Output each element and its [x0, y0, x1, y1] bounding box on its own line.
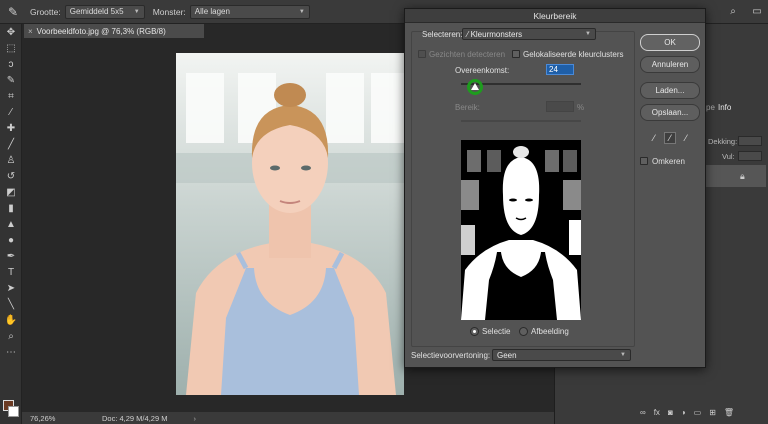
layer-row[interactable]	[706, 165, 766, 187]
dodge-tool-icon[interactable]: ●	[0, 232, 22, 248]
sample-dropdown-value: Alle lagen	[194, 7, 230, 16]
range-input[interactable]	[546, 101, 574, 112]
size-dropdown[interactable]: Gemiddeld 5x5 ▼	[64, 4, 145, 19]
radio-image[interactable]	[519, 327, 528, 336]
eyedropper-icon[interactable]: ⁄	[648, 132, 660, 144]
status-bar: 76,26% Doc: 4,29 M/4,29 M ›	[22, 412, 554, 424]
save-button[interactable]: Opslaan...	[640, 104, 700, 121]
detect-faces-checkbox[interactable]	[418, 50, 426, 58]
invert-checkbox[interactable]	[640, 157, 648, 165]
adjustment-icon[interactable]: ◑	[681, 408, 686, 417]
preview-mode-label: Selectievoorvertoning:	[411, 351, 491, 360]
type-tool-icon[interactable]: T	[0, 264, 22, 280]
link-icon[interactable]: ∞	[640, 408, 646, 417]
chevron-down-icon: ▼	[585, 31, 591, 37]
preview-mode-dropdown[interactable]: Geen ▼	[492, 349, 631, 361]
canvas-photo[interactable]	[176, 53, 404, 395]
localized-clusters-label: Gelokaliseerde kleurclusters	[523, 50, 624, 59]
cancel-button[interactable]: Annuleren	[640, 56, 700, 73]
opacity-field[interactable]	[738, 136, 762, 146]
background-color-swatch[interactable]	[8, 406, 19, 417]
load-button[interactable]: Laden...	[640, 82, 700, 99]
chevron-down-icon: ▼	[298, 8, 305, 15]
new-layer-icon[interactable]: ⊞	[709, 408, 716, 417]
range-slider-track[interactable]	[461, 120, 581, 122]
gradient-tool-icon[interactable]: ▮	[0, 200, 22, 216]
invert-label: Omkeren	[652, 157, 685, 166]
tools-panel: ✥ ⬚ ↄ ✎ ⌗ ⁄ ✚ ╱ ♙ ↺ ◩ ▮ ▲ ● ✒ T ➤ ╲ ✋ ⌕ …	[0, 24, 22, 424]
opacity-label: Dekking:	[708, 137, 738, 146]
status-menu-arrow-icon[interactable]: ›	[193, 414, 196, 423]
hand-tool-icon[interactable]: ✋	[0, 312, 22, 328]
radio-image-label: Afbeelding	[531, 327, 569, 336]
crop-tool-icon[interactable]: ⌗	[0, 88, 22, 104]
blur-tool-icon[interactable]: ▲	[0, 216, 22, 232]
layers-panel-footer: ∞ fx ◙ ◑ ▭ ⊞ 🗑︎	[640, 408, 734, 417]
mask-icon[interactable]: ◙	[668, 408, 673, 417]
eyedropper-tool-icon[interactable]: ⁄	[0, 104, 22, 120]
fx-icon[interactable]: fx	[654, 408, 660, 417]
ok-button[interactable]: OK	[640, 34, 700, 51]
eyedropper-minus-icon[interactable]: ⁄	[680, 132, 692, 144]
search-icon[interactable]: ⌕	[726, 4, 740, 18]
portrait-image	[176, 53, 404, 395]
lock-icon: 🔒︎	[740, 171, 745, 181]
path-select-icon[interactable]: ➤	[0, 280, 22, 296]
radio-selection[interactable]	[470, 327, 479, 336]
zoom-level[interactable]: 76,26%	[22, 414, 55, 423]
fuzziness-label: Overeenkomst:	[455, 66, 510, 75]
select-dropdown[interactable]: ⁄ Kleurmonsters ▼	[462, 28, 596, 40]
size-dropdown-value: Gemiddeld 5x5	[69, 7, 124, 16]
document-tab[interactable]: × Voorbeeldfoto.jpg @ 76,3% (RGB/8)	[24, 24, 204, 38]
fill-field[interactable]	[738, 151, 762, 161]
chevron-down-icon: ▼	[620, 352, 626, 358]
close-tab-icon[interactable]: ×	[28, 27, 33, 36]
selection-preview[interactable]	[461, 140, 581, 320]
history-brush-icon[interactable]: ↺	[0, 168, 22, 184]
mask-preview-image	[461, 140, 581, 320]
size-label: Grootte:	[30, 6, 61, 17]
sample-label: Monster:	[152, 6, 186, 17]
brush-tool-icon[interactable]: ╱	[0, 136, 22, 152]
chevron-down-icon: ▼	[133, 8, 140, 15]
fill-label: Vul:	[722, 152, 735, 161]
select-dropdown-value: ⁄ Kleurmonsters	[467, 29, 523, 39]
zoom-tool-icon[interactable]: ⌕	[0, 328, 22, 344]
workspace-icon[interactable]: ▭	[750, 4, 764, 18]
stamp-tool-icon[interactable]: ♙	[0, 152, 22, 168]
preview-mode-value: Geen	[497, 350, 517, 360]
eyedropper-icon[interactable]: ✎	[0, 0, 26, 24]
detect-faces-label: Gezichten detecteren	[429, 50, 506, 59]
folder-icon[interactable]: ▭	[694, 408, 702, 417]
lasso-tool-icon[interactable]: ↄ	[0, 56, 22, 72]
sample-dropdown[interactable]: Alle lagen ▼	[189, 4, 310, 19]
document-size: Doc: 4,29 M/4,29 M	[102, 413, 168, 423]
select-label: Selecteren:	[422, 30, 463, 39]
more-tools-icon[interactable]: ⋯	[0, 344, 22, 360]
range-unit: %	[577, 103, 585, 112]
fuzziness-input[interactable]: 24	[546, 64, 574, 75]
eraser-tool-icon[interactable]: ◩	[0, 184, 22, 200]
eyedropper-plus-icon[interactable]: ⁄	[664, 132, 676, 144]
dialog-title: Kleurbereik	[405, 9, 705, 23]
radio-selection-label: Selectie	[482, 327, 511, 336]
quick-select-tool-icon[interactable]: ✎	[0, 72, 22, 88]
trash-icon[interactable]: 🗑︎	[724, 408, 734, 417]
shape-tool-icon[interactable]: ╲	[0, 296, 22, 312]
localized-clusters-checkbox[interactable]	[512, 50, 520, 58]
document-title: Voorbeeldfoto.jpg @ 76,3% (RGB/8)	[36, 26, 166, 36]
move-tool-icon[interactable]: ✥	[0, 24, 22, 40]
marquee-tool-icon[interactable]: ⬚	[0, 40, 22, 56]
range-label: Bereik:	[455, 103, 480, 112]
panel-tab-info[interactable]: Info	[718, 103, 731, 112]
healing-tool-icon[interactable]: ✚	[0, 120, 22, 136]
panel-tab-layers[interactable]: pe	[706, 103, 715, 112]
pen-tool-icon[interactable]: ✒	[0, 248, 22, 264]
